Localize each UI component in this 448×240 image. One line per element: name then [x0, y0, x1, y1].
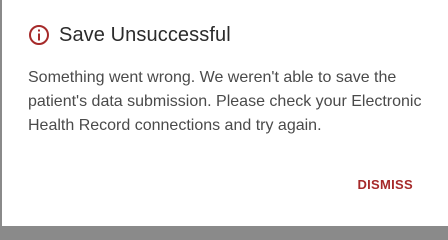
dismiss-button[interactable]: DISMISS	[353, 175, 417, 194]
error-dialog: Save Unsuccessful Something went wrong. …	[2, 0, 448, 226]
dialog-title: Save Unsuccessful	[59, 23, 231, 46]
dialog-message: Something went wrong. We weren't able to…	[28, 69, 422, 134]
info-circle-icon	[28, 24, 50, 46]
dialog-header: Save Unsuccessful	[28, 22, 231, 48]
